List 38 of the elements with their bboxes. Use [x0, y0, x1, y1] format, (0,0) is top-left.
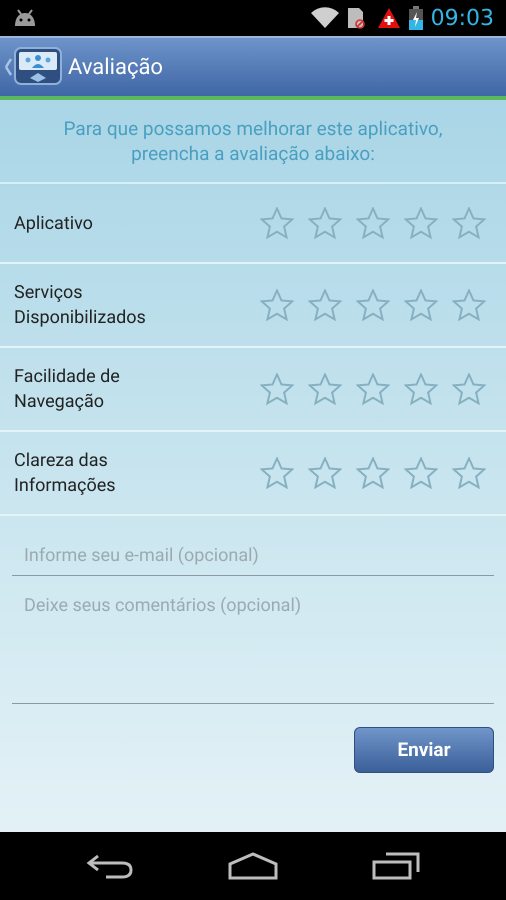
android-icon: [12, 9, 38, 27]
intro-text: Para que possamos melhorar este aplicativo, preencha a avaliação abaixo:: [62, 116, 444, 166]
star-icon[interactable]: [260, 289, 294, 321]
submit-button[interactable]: Enviar: [354, 727, 494, 773]
star-icon[interactable]: [452, 457, 486, 489]
rating-label: Serviços Disponibilizados: [14, 281, 147, 330]
star-icon[interactable]: [308, 289, 342, 321]
rating-label: Aplicativo: [14, 212, 94, 236]
star-icon[interactable]: [452, 289, 486, 321]
star-icon[interactable]: [404, 289, 438, 321]
star-icon[interactable]: [452, 207, 486, 239]
star-icon[interactable]: [308, 207, 342, 239]
star-icon[interactable]: [356, 457, 390, 489]
battery-icon: [408, 6, 423, 30]
comments-field[interactable]: Deixe seus comentários (opcional): [12, 588, 494, 704]
star-icon[interactable]: [356, 289, 390, 321]
star-icon[interactable]: [308, 457, 342, 489]
rating-label: Facilidade de Navegação: [14, 365, 121, 414]
star-icon[interactable]: [260, 373, 294, 405]
star-icon[interactable]: [404, 373, 438, 405]
back-icon[interactable]: [86, 853, 134, 879]
star-icon[interactable]: [260, 207, 294, 239]
star-icon[interactable]: [260, 457, 294, 489]
star-icon[interactable]: [404, 457, 438, 489]
rating-label: Clareza das Informações: [14, 449, 117, 498]
email-field[interactable]: Informe seu e-mail (opcional): [12, 536, 494, 576]
home-icon[interactable]: [226, 852, 279, 880]
star-icon[interactable]: [308, 373, 342, 405]
screen-title: Avaliação: [68, 54, 163, 82]
wifi-icon: [310, 7, 339, 29]
recent-apps-icon[interactable]: [372, 852, 420, 880]
sim-card-icon: [346, 7, 365, 29]
clock: 09:03: [430, 4, 494, 32]
star-icon[interactable]: [356, 373, 390, 405]
star-icon[interactable]: [404, 207, 438, 239]
star-icon[interactable]: [356, 207, 390, 239]
star-icon[interactable]: [452, 373, 486, 405]
warning-icon: [376, 7, 401, 29]
